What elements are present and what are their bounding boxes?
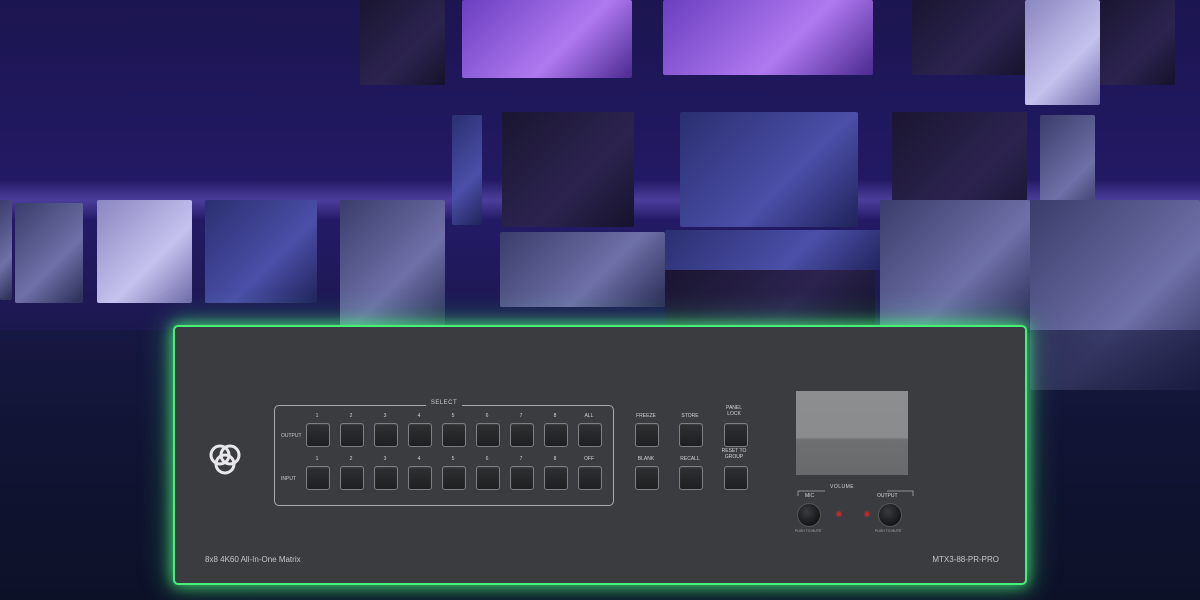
input-button-label: 6 <box>485 456 489 462</box>
panel-lock-button[interactable] <box>724 423 748 447</box>
video-tile <box>880 200 1030 328</box>
output-button-label: 6 <box>485 413 489 419</box>
video-tile <box>205 200 317 303</box>
output-button-label: 1 <box>315 413 319 419</box>
input-button-label: 7 <box>519 456 523 462</box>
store-button[interactable] <box>679 423 703 447</box>
model-number: MTX3-88-PR-PRO <box>932 555 999 564</box>
output-button-8[interactable] <box>544 423 568 447</box>
video-tile <box>340 200 445 328</box>
video-tile <box>663 0 873 75</box>
lcd-display <box>796 391 908 475</box>
output-button-all[interactable] <box>578 423 602 447</box>
input-button-2[interactable] <box>340 466 364 490</box>
reset-to-group-label: RESET TO GROUP <box>721 448 747 460</box>
recall-button[interactable] <box>679 466 703 490</box>
store-label: STORE <box>681 413 699 419</box>
product-name: 8x8 4K60 All-In-One Matrix <box>205 555 301 564</box>
input-button-label: OFF <box>584 456 594 462</box>
output-mute-led <box>865 512 869 516</box>
input-button-label: 2 <box>349 456 353 462</box>
output-button-3[interactable] <box>374 423 398 447</box>
video-tile <box>912 0 1027 75</box>
output-button-label: 8 <box>553 413 557 419</box>
output-button-label: 5 <box>451 413 455 419</box>
output-push-to-mute-label: PUSH TO MUTE <box>875 529 902 533</box>
output-button-label: 3 <box>383 413 387 419</box>
input-button-label: 4 <box>417 456 421 462</box>
input-button-label: 5 <box>451 456 455 462</box>
video-tile <box>462 0 632 78</box>
output-button-5[interactable] <box>442 423 466 447</box>
output-button-label: 2 <box>349 413 353 419</box>
output-volume-label: OUTPUT <box>877 493 898 499</box>
video-tile <box>452 115 482 225</box>
input-button-off[interactable] <box>578 466 602 490</box>
blank-button[interactable] <box>635 466 659 490</box>
input-row-label: INPUT <box>281 476 296 482</box>
video-tile <box>502 112 634 227</box>
input-button-6[interactable] <box>476 466 500 490</box>
mic-label: MIC <box>805 493 815 499</box>
volume-bracket <box>797 490 914 496</box>
output-button-6[interactable] <box>476 423 500 447</box>
triple-ring-logo-icon <box>209 444 241 475</box>
video-tile <box>1100 0 1175 85</box>
output-button-4[interactable] <box>408 423 432 447</box>
output-button-1[interactable] <box>306 423 330 447</box>
freeze-button[interactable] <box>635 423 659 447</box>
video-tile <box>665 270 875 328</box>
video-tile <box>1025 0 1100 105</box>
input-button-3[interactable] <box>374 466 398 490</box>
input-button-8[interactable] <box>544 466 568 490</box>
mic-volume-knob[interactable] <box>797 503 821 527</box>
recall-label: RECALL <box>680 456 700 462</box>
video-tile <box>665 230 885 270</box>
input-button-7[interactable] <box>510 466 534 490</box>
mic-push-to-mute-label: PUSH TO MUTE <box>795 529 822 533</box>
select-title: SELECT <box>425 400 463 406</box>
output-button-label: 7 <box>519 413 523 419</box>
mic-mute-led <box>837 512 841 516</box>
volume-title: VOLUME <box>830 484 855 490</box>
output-row-label: OUTPUT <box>281 433 302 439</box>
panel-lock-label: PANEL LOCK <box>725 405 743 417</box>
output-volume-knob[interactable] <box>878 503 902 527</box>
input-button-1[interactable] <box>306 466 330 490</box>
input-button-label: 1 <box>315 456 319 462</box>
video-tile <box>500 232 665 307</box>
output-button-label: 4 <box>417 413 421 419</box>
blank-label: BLANK <box>637 456 655 462</box>
matrix-switcher-front-panel: SELECT OUTPUT INPUT 1 2 3 4 5 6 7 8 ALL 1 2 3 4 5 6 7 8… <box>175 327 1025 583</box>
input-button-4[interactable] <box>408 466 432 490</box>
reset-to-group-button[interactable] <box>724 466 748 490</box>
input-button-5[interactable] <box>442 466 466 490</box>
output-button-label: ALL <box>584 413 594 419</box>
video-tile <box>97 200 192 303</box>
video-tile <box>360 0 445 85</box>
output-button-7[interactable] <box>510 423 534 447</box>
input-button-label: 8 <box>553 456 557 462</box>
video-tile <box>15 203 83 303</box>
video-tile <box>680 112 858 227</box>
input-button-label: 3 <box>383 456 387 462</box>
video-tile <box>0 200 12 300</box>
freeze-label: FREEZE <box>636 413 656 419</box>
output-button-2[interactable] <box>340 423 364 447</box>
